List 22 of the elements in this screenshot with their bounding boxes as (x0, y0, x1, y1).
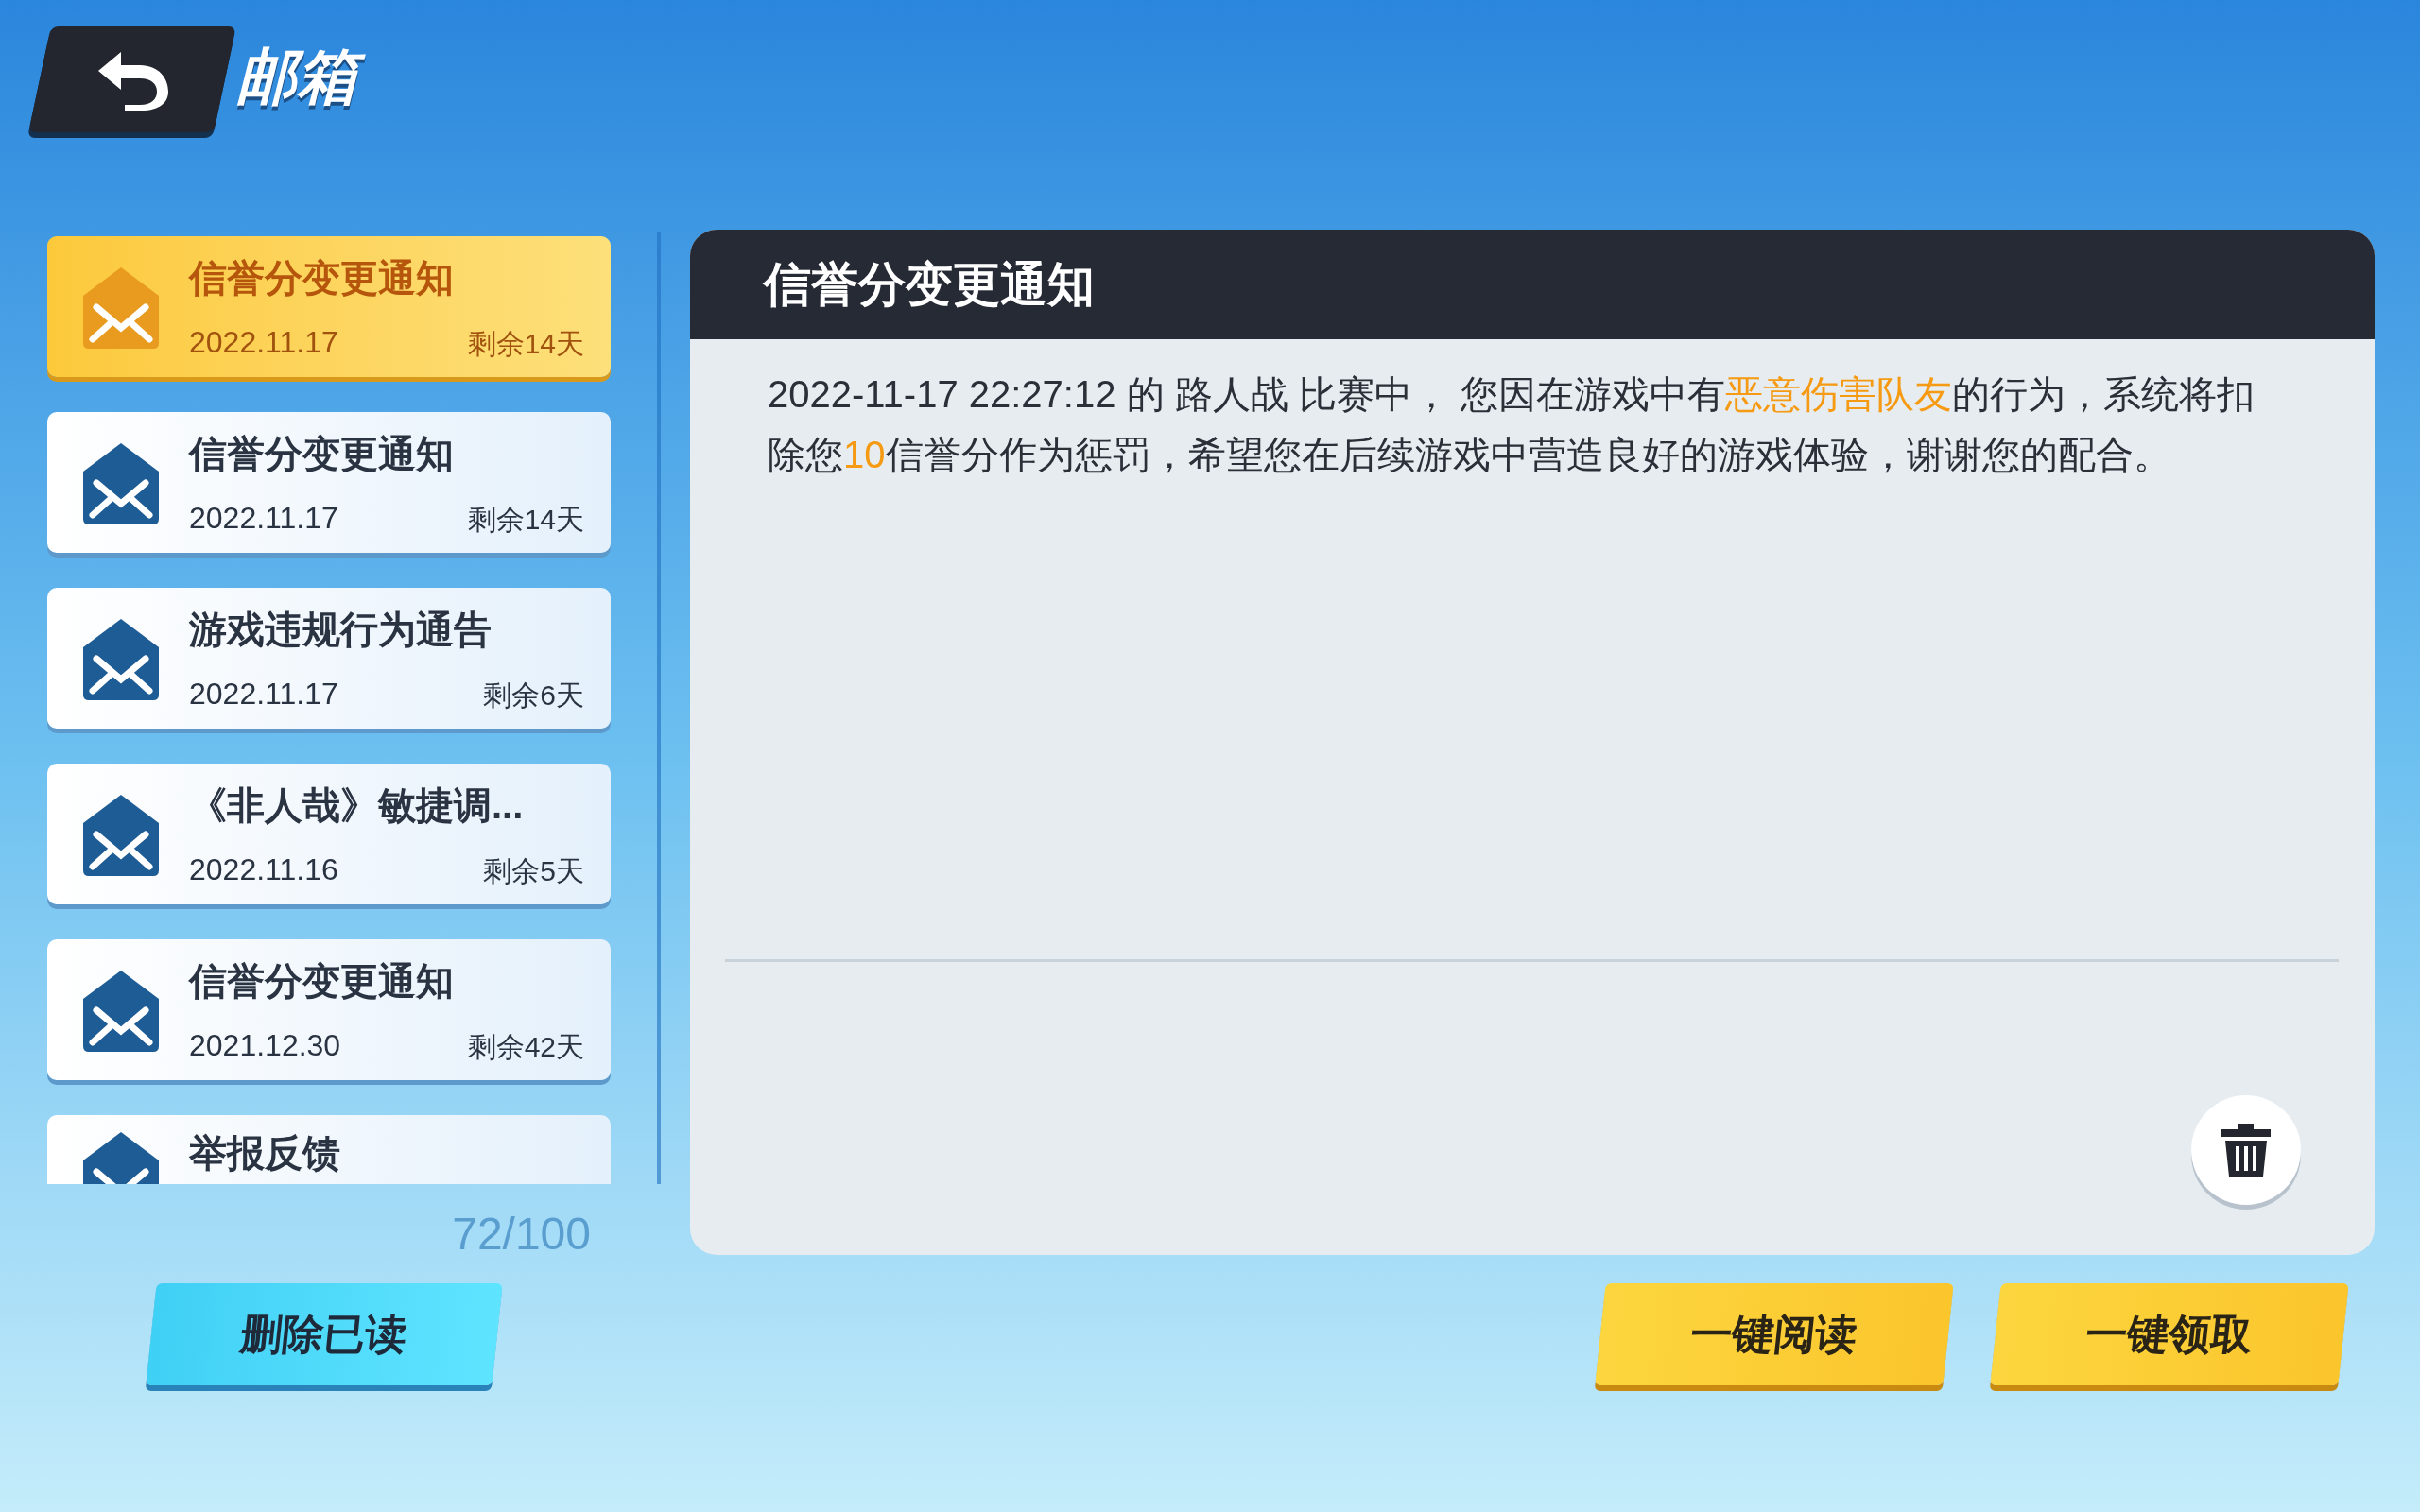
remaining-days: 剩余6天 (483, 673, 584, 716)
mail-date: 2022.11.17 (189, 323, 338, 361)
mail-title: 信誉分变更通知 (189, 958, 455, 1004)
mail-body: 2022-11-17 22:27:12 的 路人战 比赛中， 您因在游戏中有恶意伤害队友的行为，系统将扣除您10信誉分作为惩罚，希望您在后续游戏中营造良好的游戏体验，谢谢您的配合。 (768, 372, 2256, 477)
mail-date: 2021.12.30 (189, 1026, 341, 1064)
mail-date: 2022.11.16 (189, 850, 338, 888)
mail-date: 2022.11.17 (189, 499, 338, 537)
mail-title: 信誉分变更通知 (189, 431, 455, 476)
mail-date: 2022.11.17 (189, 675, 338, 713)
remaining-days: 剩余14天 (467, 321, 584, 365)
mail-item[interactable]: 举报反馈 (47, 1115, 611, 1184)
mail-title: 游戏违规行为通告 (189, 607, 493, 652)
remaining-days: 剩余42天 (467, 1024, 584, 1068)
mail-title: 举报反馈 (189, 1131, 341, 1176)
mail-count: 72/100 (452, 1208, 591, 1261)
detail-title: 信誉分变更通知 (764, 256, 1095, 313)
mail-title: 《非人哉》敏捷调... (189, 782, 525, 828)
mail-title: 信誉分变更通知 (189, 255, 455, 301)
trash-icon (2220, 1122, 2273, 1178)
remaining-days: 剩余14天 (467, 497, 584, 541)
page-title: 邮箱 (236, 34, 372, 125)
remaining-days: 剩余5天 (483, 849, 584, 892)
